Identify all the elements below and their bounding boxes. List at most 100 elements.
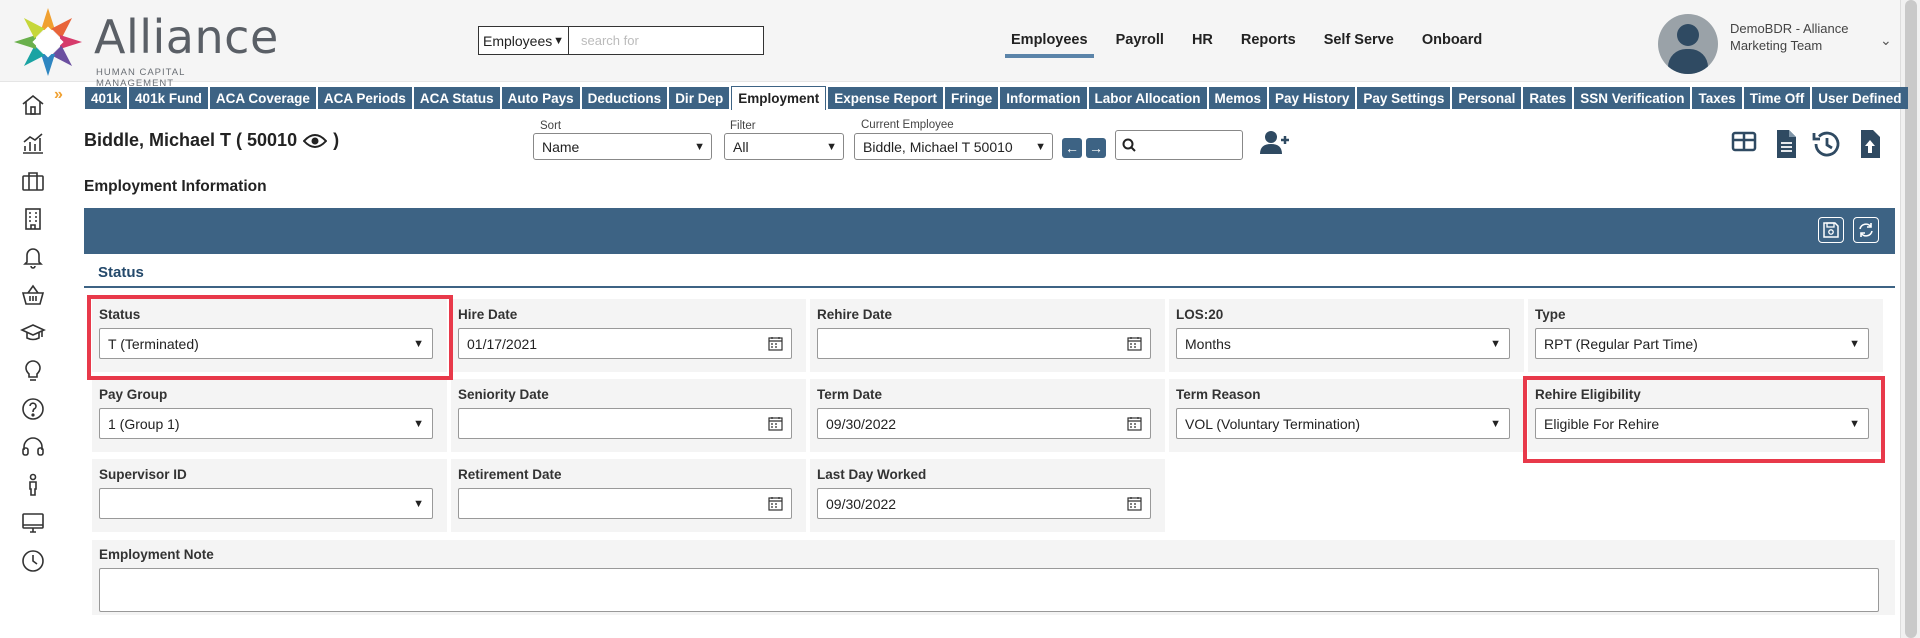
tab-expense-report[interactable]: Expense Report — [828, 87, 943, 109]
tab-ssn-verification[interactable]: SSN Verification — [1574, 87, 1691, 109]
tab-401k[interactable]: 401k — [85, 87, 128, 109]
filter-select[interactable]: All ▼ — [724, 133, 844, 160]
current-employee-select[interactable]: Biddle, Michael T 50010 ▼ — [854, 133, 1053, 160]
calendar-icon[interactable] — [1127, 336, 1142, 351]
los-field: LOS:20 Months ▼ — [1169, 299, 1524, 372]
seniority-date-input[interactable] — [458, 408, 792, 439]
sort-select[interactable]: Name ▼ — [533, 133, 712, 160]
status-divider — [84, 286, 1895, 288]
add-user-button[interactable] — [1260, 130, 1290, 159]
pay-group-select[interactable]: 1 (Group 1) ▼ — [99, 408, 433, 439]
upload-button[interactable] — [1856, 128, 1886, 160]
graduation-cap-icon[interactable] — [20, 320, 46, 346]
tab-labor-allocation[interactable]: Labor Allocation — [1088, 87, 1207, 109]
term-reason-select[interactable]: VOL (Voluntary Termination) ▼ — [1176, 408, 1510, 439]
status-highlight-box — [87, 295, 453, 380]
calendar-icon[interactable] — [768, 416, 783, 431]
lightbulb-icon[interactable] — [20, 358, 46, 384]
calendar-icon[interactable] — [768, 336, 783, 351]
avatar[interactable] — [1658, 14, 1718, 74]
nav-employees[interactable]: Employees — [1005, 30, 1094, 58]
clock-icon[interactable] — [20, 548, 46, 574]
home-icon[interactable] — [20, 92, 46, 118]
filter-label: Filter — [730, 120, 756, 132]
tab-taxes[interactable]: Taxes — [1692, 87, 1742, 109]
nav-self-serve[interactable]: Self Serve — [1318, 30, 1400, 50]
tab-deductions[interactable]: Deductions — [581, 87, 668, 109]
filter-value: All — [733, 138, 749, 155]
seniority-date-label: Seniority Date — [458, 387, 549, 402]
user-name-line2: Marketing Team — [1730, 38, 1823, 53]
grid-view-button[interactable] — [1730, 128, 1760, 160]
employee-name: Biddle, Michael T ( 50010 — [84, 130, 298, 150]
bell-icon[interactable] — [20, 244, 46, 270]
refresh-button[interactable] — [1853, 217, 1879, 243]
tab-fringe[interactable]: Fringe — [945, 87, 999, 109]
upload-icon — [1861, 130, 1880, 158]
hire-date-input[interactable]: 01/17/2021 — [458, 328, 792, 359]
document-button[interactable] — [1772, 128, 1802, 160]
tab-pay-settings[interactable]: Pay Settings — [1357, 87, 1451, 109]
nav-payroll[interactable]: Payroll — [1110, 30, 1170, 50]
search-input[interactable]: search for — [569, 27, 763, 54]
tab-personal[interactable]: Personal — [1452, 87, 1522, 109]
type-field: Type RPT (Regular Part Time) ▼ — [1528, 299, 1883, 372]
calendar-icon[interactable] — [1127, 416, 1142, 431]
tab-aca-status[interactable]: ACA Status — [413, 87, 500, 109]
headset-icon[interactable] — [20, 434, 46, 460]
retirement-date-input[interactable] — [458, 488, 792, 519]
pay-group-label: Pay Group — [99, 387, 168, 402]
sidebar-collapse-icon[interactable]: » — [54, 86, 63, 104]
type-select[interactable]: RPT (Regular Part Time) ▼ — [1535, 328, 1869, 359]
tab-user-defined[interactable]: User Defined — [1812, 87, 1908, 109]
chevron-down-icon: ▼ — [553, 34, 564, 47]
term-date-field: Term Date 09/30/2022 — [810, 379, 1165, 452]
nav-onboard[interactable]: Onboard — [1416, 30, 1488, 50]
tab-aca-coverage[interactable]: ACA Coverage — [209, 87, 316, 109]
los-select[interactable]: Months ▼ — [1176, 328, 1510, 359]
person-icon[interactable] — [20, 472, 46, 498]
term-date-input[interactable]: 09/30/2022 — [817, 408, 1151, 439]
tab-aca-periods[interactable]: ACA Periods — [317, 87, 412, 109]
tab-dir-dep[interactable]: Dir Dep — [669, 87, 730, 109]
history-button[interactable] — [1810, 128, 1840, 160]
calendar-icon[interactable] — [768, 496, 783, 511]
employee-search-input[interactable] — [1115, 130, 1243, 160]
tab-employment[interactable]: Employment — [731, 86, 827, 110]
tab-rates[interactable]: Rates — [1523, 87, 1573, 109]
building-icon[interactable] — [20, 206, 46, 232]
form-toolbar — [84, 208, 1895, 254]
eye-icon[interactable] — [303, 133, 328, 149]
tab-auto-pays[interactable]: Auto Pays — [501, 87, 580, 109]
supervisor-id-label: Supervisor ID — [99, 467, 187, 482]
nav-reports[interactable]: Reports — [1235, 30, 1302, 50]
term-date-value: 09/30/2022 — [826, 415, 897, 432]
chevron-down-icon[interactable]: ⌄ — [1880, 32, 1892, 49]
next-employee-button[interactable]: → — [1086, 138, 1106, 158]
tab-401k-fund[interactable]: 401k Fund — [129, 87, 208, 109]
tab-time-off[interactable]: Time Off — [1743, 87, 1811, 109]
top-nav: Employees Payroll HR Reports Self Serve … — [1005, 30, 1488, 58]
calendar-icon[interactable] — [1127, 496, 1142, 511]
supervisor-id-select[interactable]: ▼ — [99, 488, 433, 519]
chart-icon[interactable] — [20, 130, 46, 156]
tab-pay-history[interactable]: Pay History — [1269, 87, 1356, 109]
user-menu[interactable]: DemoBDR - Alliance Marketing Team ⌄ — [1658, 14, 1898, 74]
add-user-icon — [1260, 131, 1289, 154]
alliance-logo[interactable]: Alliance HUMAN CAPITAL MANAGEMENT — [10, 4, 278, 89]
rehire-date-input[interactable] — [817, 328, 1151, 359]
prev-employee-button[interactable]: ← — [1062, 138, 1082, 158]
basket-icon[interactable] — [20, 282, 46, 308]
briefcase-icon[interactable] — [20, 168, 46, 194]
nav-hr[interactable]: HR — [1186, 30, 1219, 50]
help-icon[interactable] — [20, 396, 46, 422]
user-name: DemoBDR - Alliance Marketing Team — [1730, 20, 1860, 54]
search-scope-select[interactable]: Employees ▼ — [479, 27, 569, 54]
tab-information[interactable]: Information — [1000, 87, 1087, 109]
save-button[interactable] — [1818, 217, 1844, 243]
employment-note-label: Employment Note — [99, 547, 214, 562]
monitor-icon[interactable] — [20, 510, 46, 536]
employment-note-textarea[interactable] — [99, 568, 1879, 612]
tab-memos[interactable]: Memos — [1208, 87, 1268, 109]
last-day-worked-input[interactable]: 09/30/2022 — [817, 488, 1151, 519]
